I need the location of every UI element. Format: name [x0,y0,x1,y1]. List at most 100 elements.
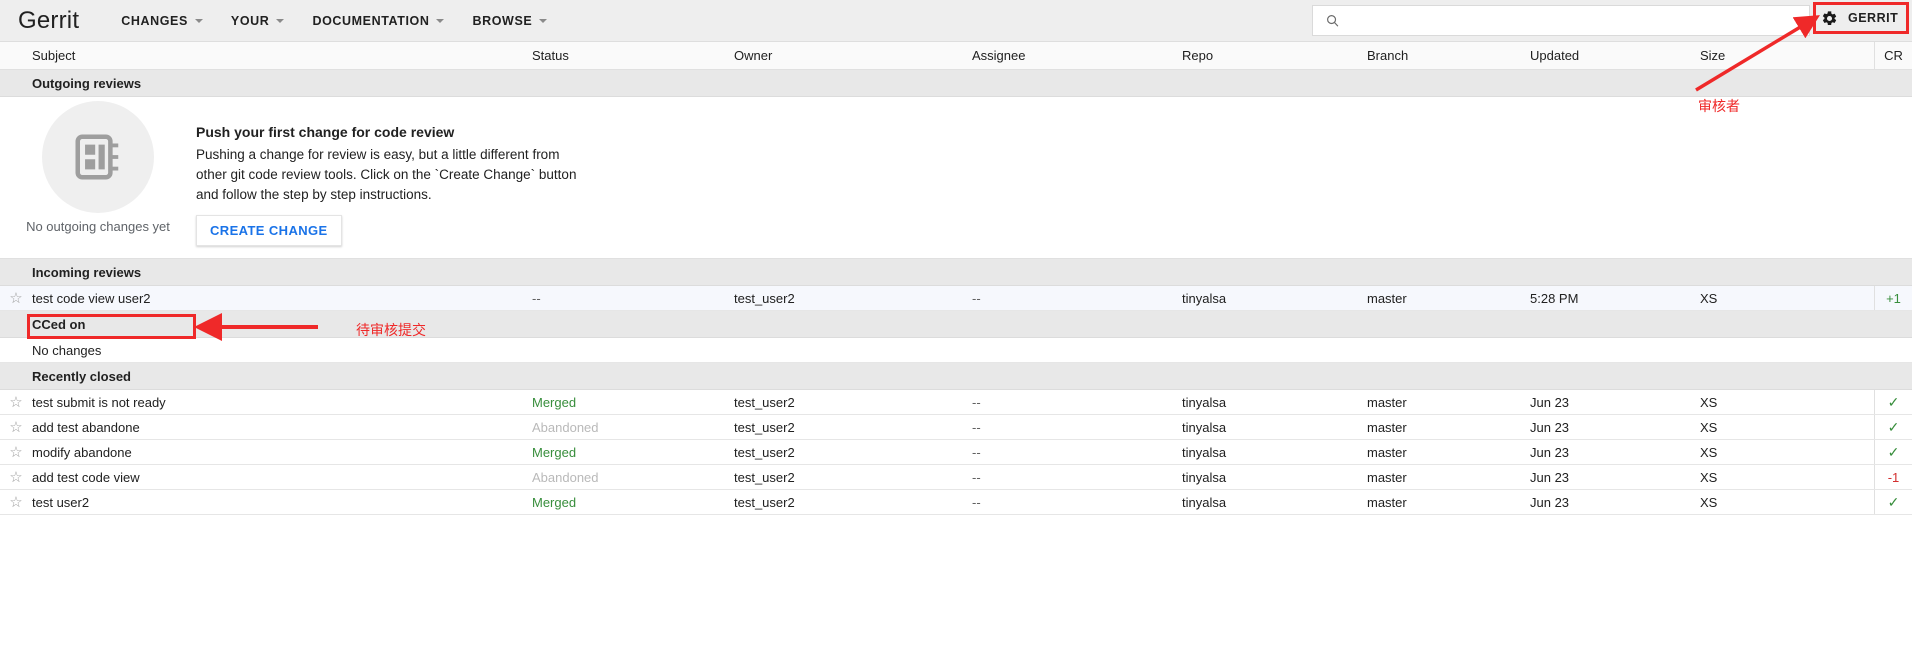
row-cr-score-cell: ✓ [1874,390,1912,414]
row-updated-cell: 5:28 PM [1530,291,1700,306]
table-row[interactable]: ☆ test submit is not ready Merged test_user… [0,390,1912,415]
nav-item-changes[interactable]: CHANGES [107,0,217,42]
row-subject[interactable]: test submit is not ready [32,395,166,410]
row-subject-cell: add test abandone [32,420,532,435]
row-star-icon[interactable]: ☆ [9,445,22,460]
row-assignee: -- [972,494,981,510]
row-owner-cell: test_user2 [734,420,972,435]
table-row[interactable]: ☆ test user2 Merged test_user2 -- tinyalsa mas… [0,490,1912,515]
row-owner-cell: test_user2 [734,495,972,510]
column-header-size[interactable]: Size [1700,48,1874,63]
table-row[interactable]: ☆ test code view user2 -- test_user2 -- tinya… [0,286,1912,311]
row-branch[interactable]: master [1367,445,1407,460]
column-header-owner[interactable]: Owner [734,48,972,63]
column-header-cr[interactable]: CR [1874,42,1912,69]
row-assignee: -- [972,469,981,485]
row-star-icon[interactable]: ☆ [9,395,22,410]
row-subject[interactable]: add test abandone [32,420,140,435]
row-repo-cell: tinyalsa [1182,291,1367,306]
row-status-cell: Merged [532,495,734,510]
row-star-icon[interactable]: ☆ [9,420,22,435]
section-title-incoming: Incoming reviews [32,264,142,280]
table-row[interactable]: ☆ add test code view Abandoned test_user2 --… [0,465,1912,490]
row-subject[interactable]: add test code view [32,470,140,485]
row-subject[interactable]: test user2 [32,495,89,510]
row-branch[interactable]: master [1367,291,1407,306]
row-assignee-cell: -- [972,291,1182,306]
search-icon [1327,15,1339,27]
row-owner[interactable]: test_user2 [734,395,795,410]
row-star-icon[interactable]: ☆ [9,470,22,485]
row-subject[interactable]: modify abandone [32,445,132,460]
row-size-cell: XS [1700,395,1874,410]
row-subject-cell: test submit is not ready [32,395,532,410]
row-updated-cell: Jun 23 [1530,495,1700,510]
column-header-subject[interactable]: Subject [32,48,532,63]
section-title-outgoing: Outgoing reviews [32,75,142,91]
column-header-branch[interactable]: Branch [1367,48,1530,63]
row-branch-cell: master [1367,445,1530,460]
row-repo[interactable]: tinyalsa [1182,495,1226,510]
search-input[interactable] [1349,12,1789,29]
row-owner-cell: test_user2 [734,395,972,410]
nav-label-browse: BROWSE [472,13,533,28]
row-subject-cell: test user2 [32,495,532,510]
row-updated-cell: Jun 23 [1530,395,1700,410]
changes-table: Subject Status Owner Assignee Repo Branc… [0,42,1912,515]
empty-text-block: Push your first change for code review P… [196,97,588,246]
row-owner[interactable]: test_user2 [734,291,795,306]
account-settings-button[interactable]: GERRIT [1813,2,1909,34]
row-owner[interactable]: test_user2 [734,445,795,460]
row-repo[interactable]: tinyalsa [1182,291,1226,306]
row-owner-cell: test_user2 [734,470,972,485]
row-status: Abandoned [532,469,599,485]
row-updated: Jun 23 [1530,394,1570,410]
row-subject-cell: modify abandone [32,445,532,460]
row-size: XS [1700,419,1718,435]
row-branch[interactable]: master [1367,395,1407,410]
search-box[interactable] [1312,5,1810,36]
table-row[interactable]: ☆ modify abandone Merged test_user2 -- tinyal… [0,440,1912,465]
row-subject-cell: test code view user2 [32,291,532,306]
row-repo[interactable]: tinyalsa [1182,445,1226,460]
gerrit-logo[interactable]: Gerrit [18,8,79,33]
row-star-icon[interactable]: ☆ [9,495,22,510]
create-change-button[interactable]: CREATE CHANGE [196,214,342,246]
row-owner-cell: test_user2 [734,291,972,306]
row-branch[interactable]: master [1367,470,1407,485]
nav-label-your: YOUR [230,13,270,28]
row-repo[interactable]: tinyalsa [1182,395,1226,410]
row-cr-score-cell: ✓ [1874,490,1912,514]
chevron-down-icon [276,18,285,23]
row-branch[interactable]: master [1367,420,1407,435]
row-owner[interactable]: test_user2 [734,495,795,510]
nav-item-documentation[interactable]: DOCUMENTATION [298,0,458,42]
section-title-closed: Recently closed [32,368,131,384]
column-header-repo[interactable]: Repo [1182,48,1367,63]
row-star-icon[interactable]: ☆ [9,291,22,306]
column-header-updated[interactable]: Updated [1530,48,1700,63]
row-owner[interactable]: test_user2 [734,470,795,485]
row-size-cell: XS [1700,445,1874,460]
nav-item-your[interactable]: YOUR [217,0,299,42]
row-repo-cell: tinyalsa [1182,495,1367,510]
row-branch[interactable]: master [1367,495,1407,510]
row-updated-cell: Jun 23 [1530,420,1700,435]
row-repo[interactable]: tinyalsa [1182,470,1226,485]
incoming-rows: ☆ test code view user2 -- test_user2 -- tinya… [0,286,1912,311]
row-repo[interactable]: tinyalsa [1182,420,1226,435]
row-repo-cell: tinyalsa [1182,395,1367,410]
nav-item-browse[interactable]: BROWSE [458,0,561,42]
row-subject-cell: add test code view [32,470,532,485]
row-subject[interactable]: test code view user2 [32,291,151,306]
row-cr-score: ✓ [1887,418,1900,435]
row-assignee: -- [972,394,981,410]
row-size-cell: XS [1700,420,1874,435]
row-assignee: -- [972,419,981,435]
table-row[interactable]: ☆ add test abandone Abandoned test_user2 -- t… [0,415,1912,440]
row-cr-score-cell: ✓ [1874,415,1912,439]
column-header-status[interactable]: Status [532,48,734,63]
section-title-cced: CCed on [32,316,86,332]
column-header-assignee[interactable]: Assignee [972,48,1182,63]
row-owner[interactable]: test_user2 [734,420,795,435]
